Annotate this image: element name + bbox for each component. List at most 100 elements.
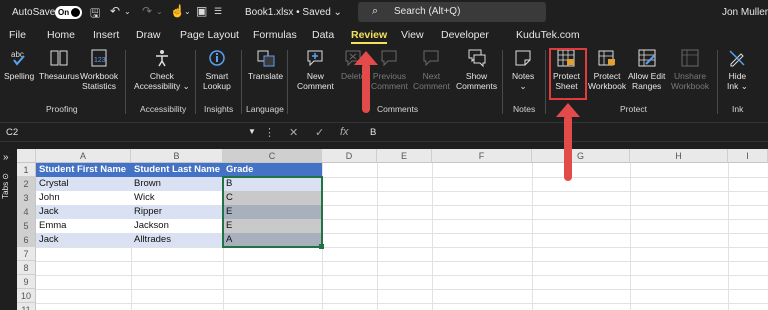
smart-lookup-button[interactable]: Smart Lookup (203, 48, 231, 91)
group-accessibility-label: Accessibility (140, 104, 187, 114)
tab-file[interactable]: File (9, 29, 26, 41)
row-header[interactable]: 7 (17, 247, 36, 261)
table-cell[interactable]: Alltrades (131, 233, 223, 247)
undo-dropdown-icon[interactable]: ⌄ (124, 7, 131, 16)
tab-kudutek[interactable]: KuduTek.com (516, 29, 580, 41)
allow-edit-ranges-button[interactable]: Allow Edit Ranges (628, 48, 665, 91)
hide-ink-button[interactable]: Hide Ink ⌄ (727, 48, 748, 91)
table-cell[interactable]: Ripper (131, 205, 223, 219)
thesaurus-button[interactable]: Thesaurus (39, 48, 79, 81)
show-comments-button[interactable]: Show Comments (456, 48, 497, 91)
autosave-toggle[interactable]: On (55, 6, 82, 19)
side-panel-label[interactable]: Tabs ⊙ (1, 173, 10, 199)
column-header[interactable]: G (532, 149, 630, 163)
save-icon[interactable]: 🖫 (90, 4, 100, 25)
group-divider (241, 50, 242, 114)
group-protect-label: Protect (620, 104, 647, 114)
document-title[interactable]: Book1.xlsx • Saved ⌄ (245, 7, 342, 18)
gridline (36, 303, 768, 304)
spelling-button[interactable]: abc Spelling (4, 48, 34, 81)
search-box[interactable]: ⌕ Search (Alt+Q) (358, 2, 546, 22)
group-divider (502, 50, 503, 114)
fill-handle[interactable] (319, 244, 324, 249)
protect-workbook-button[interactable]: Protect Workbook (588, 48, 626, 91)
column-header[interactable]: C (223, 149, 322, 163)
expand-chevron-icon[interactable]: » (3, 152, 9, 163)
tab-insert[interactable]: Insert (93, 29, 119, 41)
table-cell[interactable]: Jack (36, 233, 131, 247)
formula-bar: C2 ▼ ⋮ ✕ ✓ fx B (0, 122, 768, 142)
unshare-workbook-button[interactable]: Unshare Workbook (671, 48, 709, 91)
table-cell[interactable]: Emma (36, 219, 131, 233)
tab-data[interactable]: Data (312, 29, 334, 41)
table-cell[interactable]: Crystal (36, 177, 131, 191)
table-cell[interactable]: John (36, 191, 131, 205)
tab-page-layout[interactable]: Page Layout (180, 29, 239, 41)
group-divider (125, 50, 126, 114)
more-options-icon[interactable]: ⋮ (264, 126, 275, 139)
name-box[interactable]: C2 (6, 127, 18, 138)
user-name[interactable]: Jon Muller (722, 7, 768, 18)
hide-ink-icon (729, 50, 745, 67)
table-cell[interactable]: Brown (131, 177, 223, 191)
row-header[interactable]: 11 (17, 303, 36, 310)
redo-icon[interactable]: ↷ (142, 4, 152, 18)
cancel-icon[interactable]: ✕ (289, 126, 298, 139)
row-header[interactable]: 9 (17, 275, 36, 289)
table-cell[interactable]: Jackson (131, 219, 223, 233)
table-cell[interactable]: Jack (36, 205, 131, 219)
column-header[interactable]: A (36, 149, 131, 163)
column-header[interactable]: B (131, 149, 223, 163)
row-header[interactable]: 3 (17, 191, 36, 205)
column-header[interactable]: F (432, 149, 532, 163)
tab-formulas[interactable]: Formulas (253, 29, 297, 41)
column-header[interactable]: I (728, 149, 768, 163)
row-header[interactable]: 1 (17, 163, 36, 177)
touch-mode-icon[interactable]: ☝ (170, 4, 185, 18)
column-header[interactable]: D (322, 149, 377, 163)
name-box-dropdown-icon[interactable]: ▼ (248, 127, 256, 136)
tab-home[interactable]: Home (47, 29, 75, 41)
table-header-cell[interactable]: Grade (223, 163, 322, 177)
gridline (36, 247, 768, 248)
new-comment-button[interactable]: New Comment (297, 48, 334, 91)
group-notes-label: Notes (513, 104, 536, 114)
row-header[interactable]: 4 (17, 205, 36, 219)
enter-icon[interactable]: ✓ (315, 126, 324, 139)
table-header-cell[interactable]: Student Last Name (131, 163, 223, 177)
smart-lookup-icon (209, 50, 225, 66)
row-header[interactable]: 10 (17, 289, 36, 303)
tab-draw[interactable]: Draw (136, 29, 161, 41)
row-header[interactable]: 8 (17, 261, 36, 275)
next-comment-button[interactable]: Next Comment (413, 48, 450, 91)
annotation-arrow-review (354, 51, 378, 113)
gridline (36, 275, 768, 276)
translate-icon (257, 50, 275, 67)
notes-button[interactable]: Notes ⌄ (512, 48, 534, 91)
table-cell[interactable]: Wick (131, 191, 223, 205)
row-header[interactable]: 6 (17, 233, 36, 247)
previous-comment-icon (381, 50, 397, 67)
insert-function-icon[interactable]: fx (340, 126, 349, 138)
row-header[interactable]: 5 (17, 219, 36, 233)
undo-icon[interactable]: ↶ (110, 4, 120, 18)
workbook-statistics-button[interactable]: 123 Workbook Statistics (80, 48, 118, 91)
group-comments-label: Comments (377, 104, 419, 114)
thesaurus-icon (50, 50, 68, 66)
worksheet-grid[interactable]: A B C D E F G H I 1 2 3 4 5 6 7 8 9 10 1… (17, 149, 768, 310)
redo-dropdown-icon[interactable]: ⌄ (156, 7, 163, 16)
column-header[interactable]: H (630, 149, 728, 163)
tab-view[interactable]: View (401, 29, 424, 41)
camera-icon[interactable]: ▣ (196, 4, 207, 18)
customize-qat-icon[interactable]: ☰ (214, 6, 222, 17)
tab-review[interactable]: Review (351, 29, 388, 44)
table-header-cell[interactable]: Student First Name (36, 163, 131, 177)
column-header[interactable]: E (377, 149, 432, 163)
touch-dropdown-icon[interactable]: ⌄ (184, 7, 191, 16)
check-accessibility-button[interactable]: Check Accessibility ⌄ (134, 48, 190, 91)
translate-button[interactable]: Translate (248, 48, 283, 81)
select-all-corner[interactable] (17, 149, 36, 163)
row-header[interactable]: 2 (17, 177, 36, 191)
formula-input[interactable]: B (370, 127, 376, 138)
tab-developer[interactable]: Developer (441, 29, 489, 41)
